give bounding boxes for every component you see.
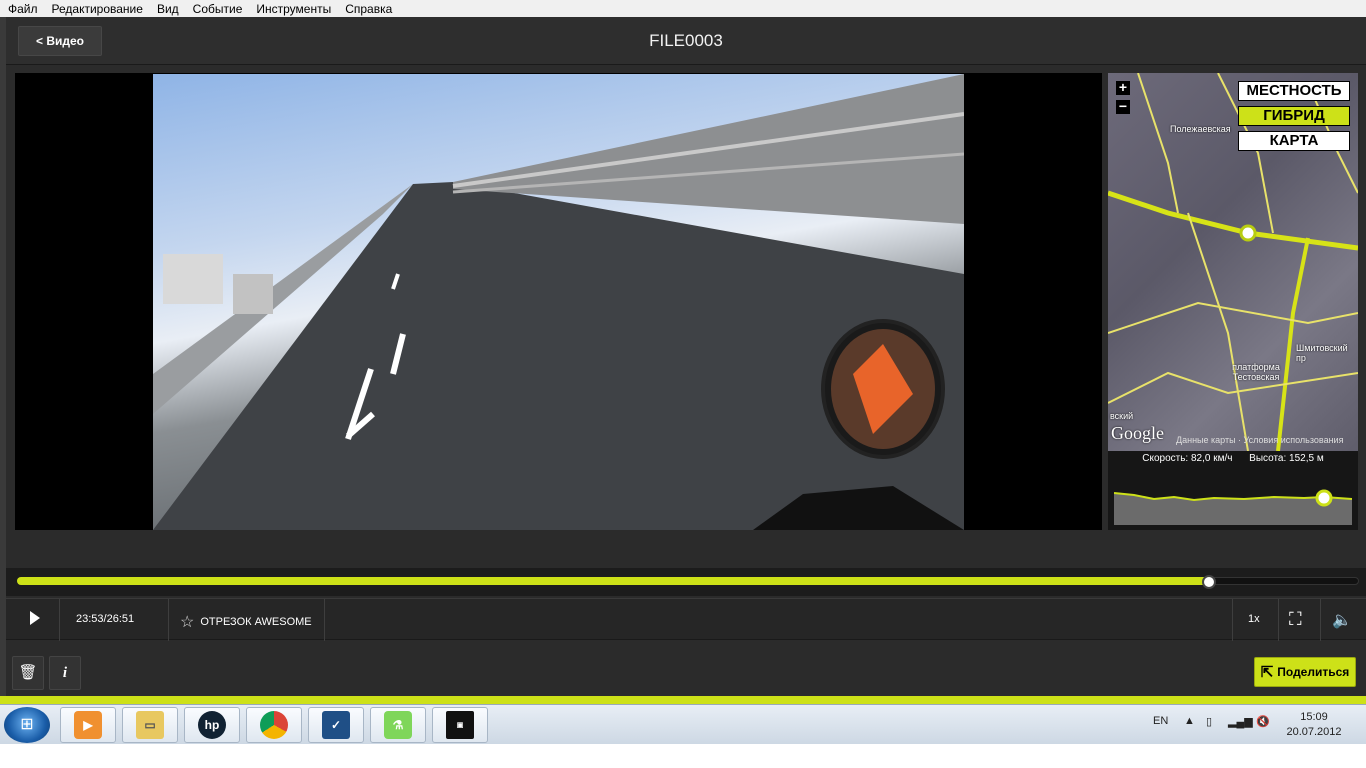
clock[interactable]: 15:09 20.07.2012 xyxy=(1282,710,1346,740)
menu-help[interactable]: Справка xyxy=(345,2,392,16)
lab-app-icon[interactable]: ⚗ xyxy=(370,707,426,743)
storyteller-icon[interactable]: ▣ xyxy=(432,707,488,743)
menu-event[interactable]: Событие xyxy=(193,2,243,16)
page-title: FILE0003 xyxy=(649,31,723,50)
device-icon[interactable]: ▯ xyxy=(1206,715,1212,728)
map-panel: + − МЕСТНОСТЬ ГИБРИД КАРТА Полежаевская … xyxy=(1108,73,1358,530)
info-icon[interactable]: i xyxy=(49,656,81,690)
zoom-out-button[interactable]: − xyxy=(1116,99,1130,114)
elevation-marker xyxy=(1315,489,1333,507)
file-explorer-icon[interactable]: ▭ xyxy=(122,707,178,743)
hp-icon[interactable]: hp xyxy=(184,707,240,743)
telemetry-stats: Скорость: 82,0 км/ч Высота: 152,5 м xyxy=(1108,453,1358,473)
map-label: Шмитовский пр xyxy=(1296,343,1348,363)
map-terrain-button[interactable]: МЕСТНОСТЬ xyxy=(1238,81,1350,101)
check-app-icon[interactable]: ✓ xyxy=(308,707,364,743)
map-label: платформа Тестовская xyxy=(1232,362,1280,382)
map-roads xyxy=(1108,73,1358,451)
menu-bar: Файл Редактирование Вид Событие Инструме… xyxy=(0,0,1366,17)
elevation-profile[interactable] xyxy=(1114,485,1352,525)
tray-expand-icon[interactable]: ▲ xyxy=(1184,715,1195,727)
player-controls: 23:53/26:51 ☆ ОТРЕЗОК AWESOME 1x ⛶ 🔈 xyxy=(6,598,1366,641)
language-indicator[interactable]: EN xyxy=(1153,715,1168,727)
media-player-icon[interactable]: ▶ xyxy=(60,707,116,743)
map-position-marker xyxy=(1239,224,1257,242)
header-bar: < Видео FILE0003 xyxy=(6,17,1366,65)
star-icon[interactable]: ☆ xyxy=(180,612,194,632)
map-label: Полежаевская xyxy=(1170,124,1231,134)
chrome-icon[interactable] xyxy=(246,707,302,743)
menu-file[interactable]: Файл xyxy=(8,2,38,16)
map-terms-link[interactable]: Данные карты · Условия использования xyxy=(1176,435,1343,445)
play-icon[interactable] xyxy=(30,611,40,625)
speed-readout: Скорость: 82,0 км/ч xyxy=(1142,453,1233,464)
playback-speed-button[interactable]: 1x xyxy=(1248,613,1260,625)
volume-muted-icon[interactable]: 🔇 xyxy=(1256,715,1270,728)
map-label: вский xyxy=(1110,411,1134,421)
google-logo: Google xyxy=(1111,423,1164,443)
menu-view[interactable]: Вид xyxy=(157,2,179,16)
map-view[interactable]: + − МЕСТНОСТЬ ГИБРИД КАРТА Полежаевская … xyxy=(1108,73,1358,451)
accent-divider xyxy=(0,696,1366,704)
volume-icon[interactable]: 🔈 xyxy=(1332,610,1352,630)
menu-tools[interactable]: Инструменты xyxy=(256,2,331,16)
fullscreen-icon[interactable]: ⛶ xyxy=(1289,610,1302,628)
screen-bottom xyxy=(0,744,1366,768)
map-hybrid-button[interactable]: ГИБРИД xyxy=(1238,106,1350,126)
video-player[interactable] xyxy=(15,73,1102,530)
share-button[interactable]: ⇱ Поделиться xyxy=(1254,657,1356,687)
altitude-readout: Высота: 152,5 м xyxy=(1249,453,1324,464)
time-readout: 23:53/26:51 xyxy=(76,613,135,625)
video-scene xyxy=(153,74,964,530)
taskbar: ⊞ ▶ ▭ hp ✓ ⚗ ▣ EN ▲ ▯ ▂▄▆ 🔇 15:09 20.07.… xyxy=(0,704,1366,744)
timeline-scrubber[interactable] xyxy=(1202,575,1216,589)
bottom-bar xyxy=(6,650,1366,696)
video-frame-image xyxy=(153,74,964,530)
menu-edit[interactable]: Редактирование xyxy=(52,2,143,16)
map-map-button[interactable]: КАРТА xyxy=(1238,131,1350,151)
trash-icon[interactable]: 🗑 xyxy=(12,656,44,690)
start-button[interactable]: ⊞ xyxy=(4,707,50,743)
segment-label[interactable]: ☆ ОТРЕЗОК AWESOME xyxy=(180,612,312,632)
share-icon: ⇱ xyxy=(1260,664,1274,681)
zoom-in-button[interactable]: + xyxy=(1116,80,1130,95)
timeline-progress xyxy=(17,577,1210,585)
signal-icon[interactable]: ▂▄▆ xyxy=(1228,715,1253,728)
